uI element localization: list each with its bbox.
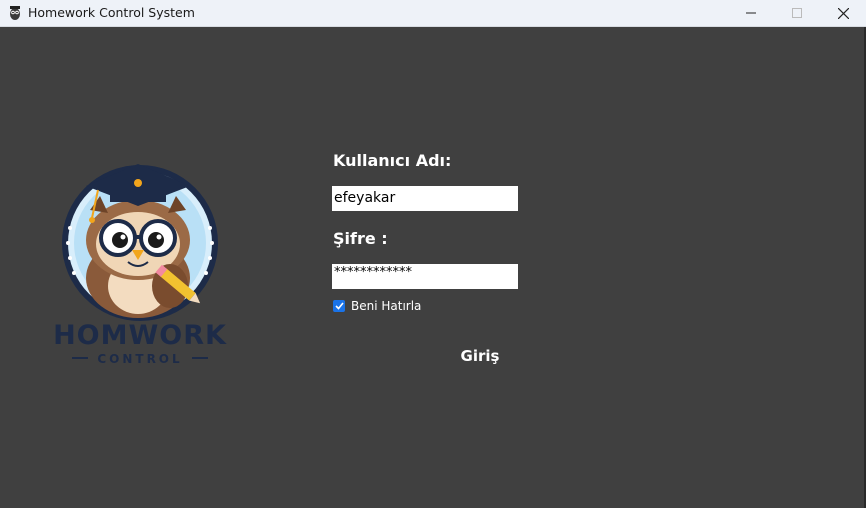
login-button[interactable]: Giriş <box>450 345 510 367</box>
username-label: Kullanıcı Adı: <box>333 151 452 170</box>
remember-me-checkbox[interactable] <box>333 300 345 312</box>
close-icon <box>837 7 849 19</box>
owl-icon <box>7 4 23 21</box>
minimize-button[interactable] <box>728 0 774 26</box>
close-button[interactable] <box>820 0 866 26</box>
window-title: Homework Control System <box>28 5 195 20</box>
username-input[interactable]: efeyakar <box>332 186 518 211</box>
title-bar: Homework Control System <box>0 0 866 27</box>
remember-me-option[interactable]: Beni Hatırla <box>333 299 421 313</box>
maximize-icon <box>792 8 802 18</box>
minimize-icon <box>746 12 756 14</box>
password-label: Şifre : <box>333 229 388 248</box>
homework-control-logo: HOMWORK CONTROL <box>48 158 234 372</box>
owl-graduate-logo: HOMWORK CONTROL <box>53 164 227 366</box>
logo-subtitle: CONTROL <box>97 352 182 366</box>
remember-me-label: Beni Hatırla <box>351 299 422 313</box>
password-input[interactable]: ************ <box>332 264 518 289</box>
logo-wordmark: HOMWORK <box>53 320 227 351</box>
checkmark-icon <box>334 302 344 310</box>
maximize-button[interactable] <box>774 0 820 26</box>
